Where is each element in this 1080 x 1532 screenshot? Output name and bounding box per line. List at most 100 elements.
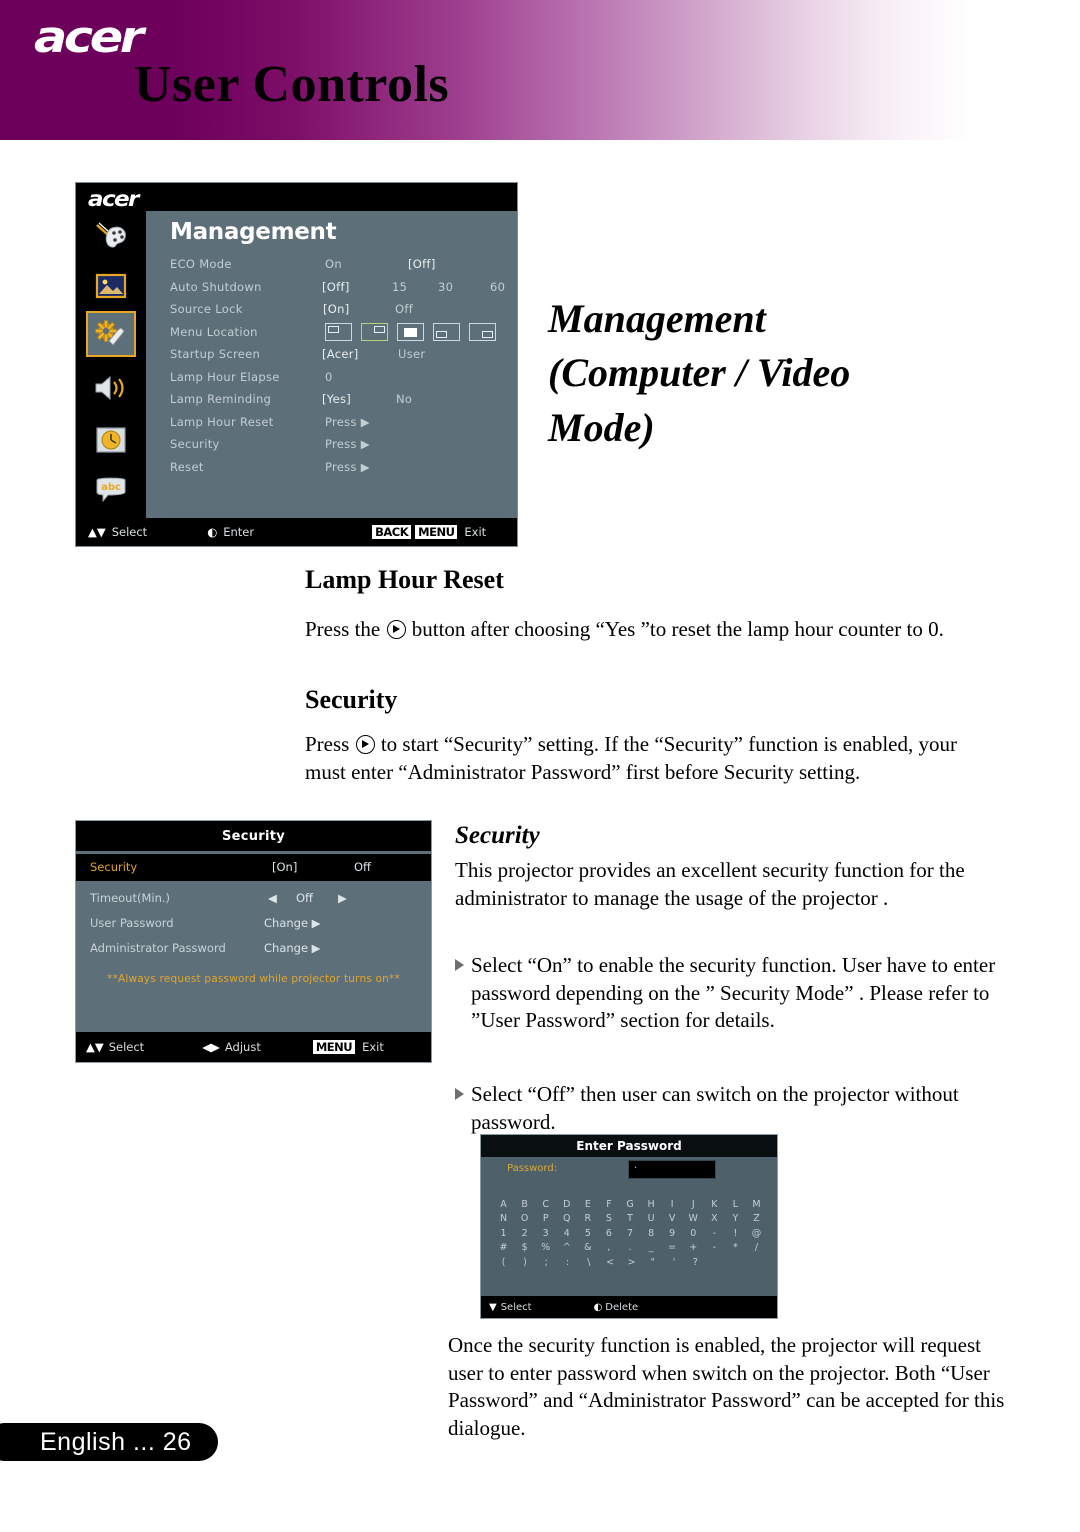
keyboard-key[interactable]: \ [578,1257,599,1268]
sidebar-item-color[interactable] [86,213,136,259]
osd-row-auto-shutdown[interactable]: Auto Shutdown [Off] 15 30 60 [170,278,511,301]
osd-value-30[interactable]: 30 [438,280,453,294]
keyboard-key[interactable]: 9 [662,1228,683,1239]
security-osd-row-admin-password[interactable]: Administrator Password Change ▶ [76,935,431,960]
keyboard-key[interactable]: = [662,1242,683,1253]
security-osd-row-security[interactable]: Security [On] Off [76,854,431,881]
keyboard-key[interactable]: $ [514,1242,535,1253]
keyboard-key[interactable]: ! [725,1228,746,1239]
menu-key-badge[interactable]: MENU [312,1040,356,1054]
osd-value-on-selected[interactable]: [On] [323,302,350,316]
keyboard-key[interactable]: E [577,1199,598,1210]
osd-row-menu-location[interactable]: Menu Location [170,322,511,346]
keyboard-key[interactable]: ) [514,1257,535,1268]
keyboard-key[interactable]: ; [536,1257,557,1268]
keyboard-key[interactable]: I [662,1199,683,1210]
osd-value-acer-selected[interactable]: [Acer] [322,347,359,361]
keyboard-key[interactable]: L [725,1199,746,1210]
keyboard-key[interactable]: X [704,1213,725,1224]
keyboard-key[interactable]: , [598,1242,619,1253]
keyboard-key[interactable]: 1 [493,1228,514,1239]
sidebar-item-audio[interactable] [86,365,136,411]
keyboard-key[interactable]: W [683,1213,704,1224]
osd-value-off-selected[interactable]: [Off] [408,257,436,271]
osd-value-press[interactable]: Press ▶ [325,460,370,474]
osd-value-yes-selected[interactable]: [Yes] [322,392,351,406]
menu-location-bottom-left-icon[interactable] [433,322,460,341]
keyboard-key[interactable]: ? [685,1257,706,1268]
sidebar-item-language[interactable]: abc [86,467,136,513]
keyboard-key[interactable]: R [577,1213,598,1224]
security-value-off[interactable]: Off [354,860,371,874]
keyboard-key[interactable]: : [557,1257,578,1268]
keyboard-key[interactable]: V [662,1213,683,1224]
keyboard-key[interactable]: 4 [556,1228,577,1239]
keyboard-key[interactable]: N [493,1213,514,1224]
osd-row-startup-screen[interactable]: Startup Screen [Acer] User [170,345,511,368]
keyboard-key[interactable]: < [599,1257,620,1268]
keyboard-key[interactable]: C [535,1199,556,1210]
keyboard-key[interactable]: 0 [683,1228,704,1239]
keyboard-key[interactable]: _ [641,1242,662,1253]
osd-value-no[interactable]: No [396,392,412,406]
back-key-badge[interactable]: BACK [372,525,412,539]
keyboard-key[interactable]: 3 [535,1228,556,1239]
keyboard-key[interactable]: A [493,1199,514,1210]
osd-row-lamp-hour-reset[interactable]: Lamp Hour Reset Press ▶ [170,413,511,436]
keyboard-key[interactable]: G [619,1199,640,1210]
keyboard-key[interactable]: J [683,1199,704,1210]
password-input[interactable]: · [628,1160,716,1179]
keyboard-key[interactable]: * [725,1242,746,1253]
keyboard-key[interactable]: / [746,1242,767,1253]
keyboard-key[interactable]: H [641,1199,662,1210]
menu-location-top-left-icon[interactable] [325,322,352,341]
osd-value-15[interactable]: 15 [392,280,407,294]
keyboard-key[interactable]: ^ [556,1242,577,1253]
change-user-password-action[interactable]: Change ▶ [264,916,321,930]
keyboard-key[interactable]: > [621,1257,642,1268]
menu-location-center-icon[interactable] [397,322,424,341]
keyboard-key[interactable]: S [598,1213,619,1224]
osd-row-reset[interactable]: Reset Press ▶ [170,458,511,481]
keyboard-key[interactable]: 6 [598,1228,619,1239]
keyboard-key[interactable]: % [535,1242,556,1253]
keyboard-key[interactable]: F [598,1199,619,1210]
osd-value-press[interactable]: Press ▶ [325,437,370,451]
menu-key-badge[interactable]: MENU [415,525,458,539]
osd-value-press[interactable]: Press ▶ [325,415,370,429]
keyboard-key[interactable]: + [683,1242,704,1253]
keyboard-key[interactable]: - [704,1228,725,1239]
keyboard-key[interactable]: @ [746,1228,767,1239]
keyboard-key[interactable]: K [704,1199,725,1210]
keyboard-key[interactable]: D [556,1199,577,1210]
sidebar-item-image[interactable] [86,263,136,309]
keyboard-key[interactable]: 7 [619,1228,640,1239]
keyboard-key[interactable]: 2 [514,1228,535,1239]
osd-value-on[interactable]: On [325,257,342,271]
sidebar-item-timer[interactable] [86,417,136,463]
keyboard-key[interactable]: Y [725,1213,746,1224]
decrement-arrow-icon[interactable]: ◀ [268,891,277,905]
osd-row-source-lock[interactable]: Source Lock [On] Off [170,300,511,323]
osd-value-off-selected[interactable]: [Off] [322,280,350,294]
osd-row-eco-mode[interactable]: ECO Mode On [Off] [170,255,511,278]
security-osd-row-timeout[interactable]: Timeout(Min.) ◀ Off ▶ [76,885,431,910]
keyboard-key[interactable]: M [746,1199,767,1210]
keyboard-key[interactable]: - [704,1242,725,1253]
sidebar-item-management[interactable] [86,311,136,357]
keyboard-key[interactable]: ( [493,1257,514,1268]
keyboard-key[interactable]: 5 [577,1228,598,1239]
menu-location-bottom-right-icon[interactable] [469,322,496,341]
keyboard-key[interactable]: . [619,1242,640,1253]
osd-row-security[interactable]: Security Press ▶ [170,435,511,458]
osd-value-off[interactable]: Off [395,302,413,316]
keyboard-key[interactable]: U [641,1213,662,1224]
change-admin-password-action[interactable]: Change ▶ [264,941,321,955]
keyboard-key[interactable]: P [535,1213,556,1224]
keyboard-key[interactable]: Q [556,1213,577,1224]
security-osd-row-user-password[interactable]: User Password Change ▶ [76,910,431,935]
keyboard-key[interactable]: 8 [641,1228,662,1239]
keyboard-key[interactable]: B [514,1199,535,1210]
osd-row-lamp-reminding[interactable]: Lamp Reminding [Yes] No [170,390,511,413]
keyboard-key[interactable]: ' [663,1257,684,1268]
